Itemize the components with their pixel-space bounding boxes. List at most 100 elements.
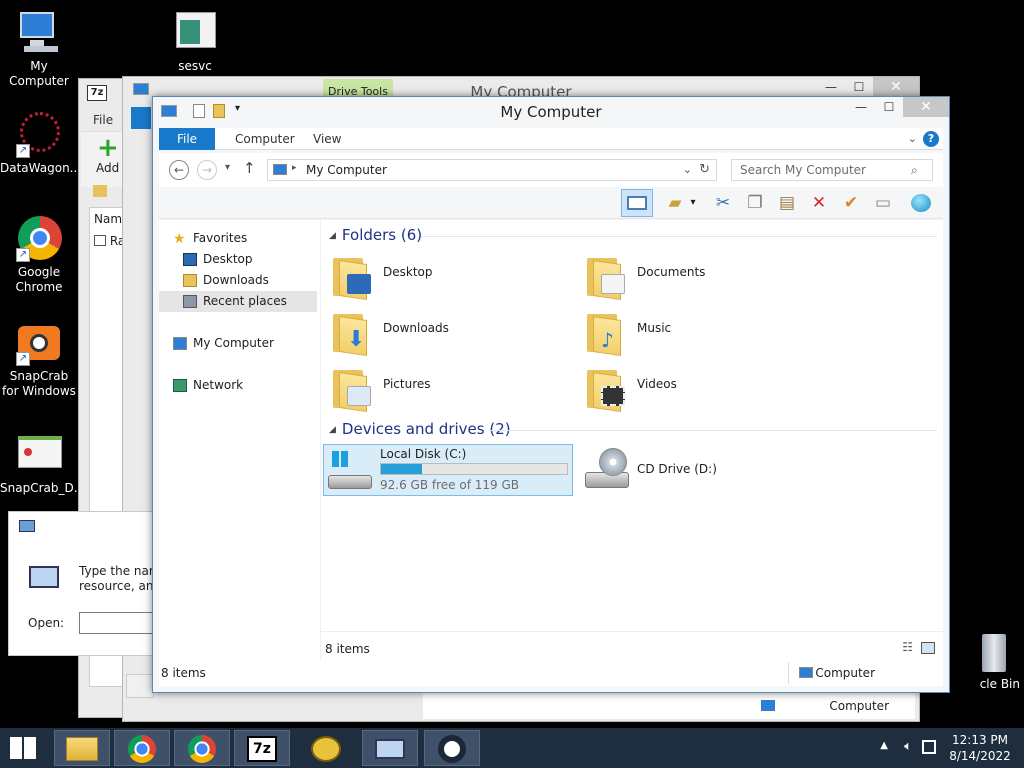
nav-favorites[interactable]: ★ Favorites <box>159 228 317 249</box>
run-dialog[interactable]: Type the nam resource, and Open: <box>8 511 159 656</box>
desktop-icon-google-chrome[interactable]: ↗ Google Chrome <box>0 216 78 295</box>
chevron-down-icon[interactable]: ▾ <box>687 191 699 215</box>
folder-music[interactable]: ♪ Music <box>581 306 831 358</box>
help-icon[interactable]: ? <box>923 131 939 147</box>
7zip-row[interactable]: Ra <box>94 234 125 248</box>
close-button[interactable]: ✕ <box>903 97 949 117</box>
show-hidden-icons-button[interactable]: ▲ <box>880 740 888 751</box>
group-header-devices[interactable]: ◢ Devices and drives (2) <box>329 420 511 438</box>
search-icon[interactable]: ⌕ <box>911 163 918 178</box>
add-plus-icon[interactable]: + <box>97 135 119 161</box>
cut-icon[interactable]: ✂ <box>711 191 735 215</box>
nav-my-computer[interactable]: My Computer <box>159 333 317 354</box>
forward-button[interactable]: → <box>197 160 217 180</box>
folder-name: Music <box>637 321 672 335</box>
up-button[interactable]: ↑ <box>243 159 256 177</box>
star-icon: ★ <box>173 231 186 247</box>
folder-downloads[interactable]: ⬇ Downloads <box>327 306 577 358</box>
details-view-icon[interactable]: ☷ <box>902 640 913 654</box>
folder-documents[interactable]: Documents <box>581 250 831 302</box>
start-button[interactable] <box>6 734 40 762</box>
taskbar-chrome[interactable] <box>114 730 170 766</box>
group-divider <box>489 430 937 431</box>
delete-icon[interactable]: ✕ <box>807 191 831 215</box>
7zip-menu-file[interactable]: File <box>93 113 113 127</box>
content-area: ◢ Folders (6) Desktop Documents ⬇ Downloa… <box>321 220 943 660</box>
group-title: Devices and drives (2) <box>341 420 511 438</box>
tab-file[interactable]: File <box>159 128 215 150</box>
expand-ribbon-icon[interactable]: ⌄ <box>908 132 917 145</box>
explorer-window[interactable]: ▾ My Computer — ☐ ✕ File Computer View ⌄… <box>152 96 950 693</box>
desktop-icon-datawagon[interactable]: ↗ DataWagon... <box>0 112 82 176</box>
title-bar[interactable]: ▾ My Computer — ☐ ✕ <box>153 97 949 127</box>
tab-computer[interactable]: Computer <box>221 128 309 150</box>
desktop-icon-snapcrab-d[interactable]: SnapCrab_D... <box>0 432 86 496</box>
network-globe-icon[interactable] <box>909 191 933 215</box>
breadcrumb-separator-icon: ▸ <box>292 163 297 173</box>
folder-options-icon[interactable]: ▰ <box>663 191 687 215</box>
screenshot-file-icon <box>16 432 62 478</box>
search-input[interactable]: Search My Computer <box>731 159 933 181</box>
desktop-icon-snapcrab[interactable]: ↗ SnapCrab for Windows <box>0 320 78 399</box>
desktop-icon-recycle-bin[interactable]: cle Bin <box>958 632 1024 692</box>
volume-muted-icon[interactable]: 🔈︎ <box>904 739 912 754</box>
desktop-icon-label: DataWagon... <box>0 161 82 175</box>
taskbar-run[interactable] <box>362 730 418 766</box>
clock[interactable]: 12:13 PM 8/14/2022 <box>946 732 1014 764</box>
desktop-icon-sesvc[interactable]: sesvc <box>156 10 234 74</box>
preview-pane-icon[interactable] <box>621 189 653 217</box>
folder-desktop[interactable]: Desktop <box>327 250 577 302</box>
clock-time: 12:13 PM <box>952 733 1008 747</box>
tab-view[interactable]: View <box>299 128 355 150</box>
computer-icon <box>799 667 813 678</box>
desktop-icon-my-computer[interactable]: My Computer <box>0 10 78 89</box>
desktop-icon-label: SnapCrab_D... <box>0 481 86 495</box>
minimize-button[interactable]: — <box>847 97 875 117</box>
breadcrumb[interactable]: My Computer <box>306 163 387 177</box>
maximize-button[interactable]: ☐ <box>875 97 903 117</box>
7zip-column-name[interactable]: Nam <box>94 212 122 226</box>
minimize-button[interactable]: — <box>817 77 845 97</box>
nav-desktop[interactable]: Desktop <box>159 249 317 270</box>
recent-places-icon <box>183 295 197 308</box>
address-bar[interactable]: ▸ My Computer ⌄ ↻ <box>267 159 717 181</box>
folder-videos[interactable]: Videos <box>581 362 831 414</box>
group-header-folders[interactable]: ◢ Folders (6) <box>329 226 422 244</box>
7zip-icon: 7z <box>247 736 277 762</box>
recent-locations-icon[interactable]: ▾ <box>225 162 230 173</box>
refresh-icon[interactable]: ↻ <box>699 162 710 177</box>
rename-icon[interactable]: ✔ <box>839 191 863 215</box>
7zip-add-button[interactable]: Add <box>96 161 119 175</box>
nav-network[interactable]: Network <box>159 375 317 396</box>
taskbar-7zip[interactable]: 7z <box>234 730 290 766</box>
drive-c[interactable]: Local Disk (C:) 92.6 GB free of 119 GB <box>323 444 573 496</box>
drive-d[interactable]: CD Drive (D:) <box>581 444 831 496</box>
taskbar-file-explorer[interactable] <box>54 730 110 766</box>
large-icons-view-icon[interactable] <box>921 642 935 654</box>
up-folder-icon[interactable] <box>93 185 107 197</box>
drive-free-space: 92.6 GB free of 119 GB <box>380 478 519 492</box>
taskbar-chrome[interactable] <box>174 730 230 766</box>
properties-icon[interactable]: ▭ <box>871 191 895 215</box>
address-dropdown-icon[interactable]: ⌄ <box>683 163 692 176</box>
folder-pictures[interactable]: Pictures <box>327 362 577 414</box>
taskbar-snapcrab[interactable] <box>298 730 354 766</box>
chrome-icon <box>188 735 216 763</box>
group-divider <box>421 236 937 237</box>
run-open-input[interactable] <box>79 612 159 634</box>
folder-icon: ♪ <box>583 308 629 356</box>
desktop-icon-label: Google Chrome <box>15 265 63 294</box>
nav-downloads[interactable]: Downloads <box>159 270 317 291</box>
copy-icon[interactable]: ❐ <box>743 191 767 215</box>
windows-logo-icon <box>10 737 36 759</box>
back-button[interactable]: ← <box>169 160 189 180</box>
run-body <box>17 542 157 655</box>
nav-recent-places[interactable]: Recent places <box>159 291 317 312</box>
taskbar-steam[interactable] <box>424 730 480 766</box>
close-button[interactable]: ✕ <box>873 77 919 97</box>
datawagon-icon: ↗ <box>16 112 62 158</box>
maximize-button[interactable]: ☐ <box>845 77 873 97</box>
paste-icon[interactable]: ▤ <box>775 191 799 215</box>
camera-icon: ↗ <box>16 320 62 366</box>
network-icon[interactable] <box>922 740 936 754</box>
